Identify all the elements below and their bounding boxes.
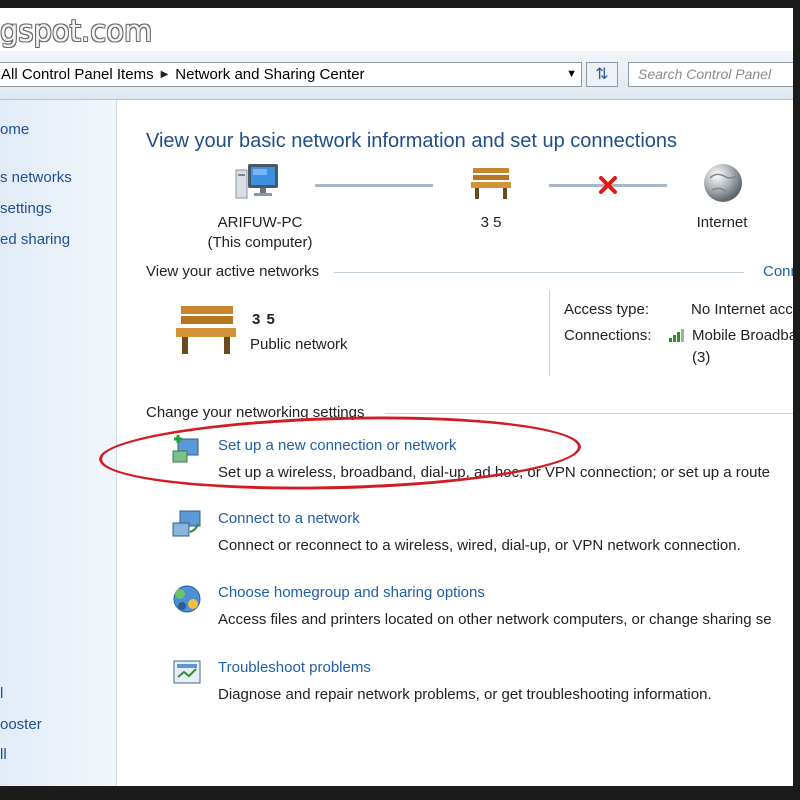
sidebar-item-manage-networks[interactable]: s networks bbox=[0, 169, 72, 186]
sidebar-item-install[interactable]: ll bbox=[0, 746, 7, 763]
mobile-broadband-link-cont[interactable]: (3) bbox=[692, 349, 710, 366]
sidebar-item-adapter-settings[interactable]: settings bbox=[0, 200, 52, 217]
connect-disconnect-link[interactable]: Conn bbox=[763, 263, 793, 280]
breadcrumb-control-panel[interactable]: All Control Panel Items bbox=[0, 66, 158, 83]
homegroup-desc: Access files and printers located on oth… bbox=[218, 611, 772, 628]
access-type-value: No Internet acc bbox=[691, 301, 793, 318]
homegroup-link[interactable]: Choose homegroup and sharing options bbox=[218, 584, 485, 601]
network-bench-icon[interactable] bbox=[469, 166, 513, 205]
public-network-link[interactable]: Public network bbox=[250, 336, 348, 353]
mobile-broadband-link[interactable]: Mobile Broadba bbox=[692, 327, 793, 344]
breadcrumb-arrow-icon[interactable]: ▶ bbox=[158, 69, 172, 80]
troubleshoot-icon[interactable] bbox=[170, 657, 204, 691]
network-name: 3 5 bbox=[480, 214, 502, 231]
no-connection-x-icon bbox=[597, 174, 619, 201]
sidebar-item-home[interactable]: ome bbox=[0, 121, 29, 138]
sidebar-item-advanced-sharing[interactable]: ed sharing bbox=[0, 231, 70, 248]
connection-line bbox=[315, 184, 433, 187]
sidebar-item-see-also[interactable]: l bbox=[0, 685, 3, 702]
signal-bars-icon bbox=[668, 328, 686, 347]
section-divider bbox=[334, 272, 744, 273]
refresh-icon: ⇅ bbox=[595, 66, 609, 83]
computer-icon[interactable] bbox=[234, 162, 280, 207]
refresh-button[interactable]: ⇅ bbox=[586, 62, 618, 87]
window: All Control Panel Items ▶ Network and Sh… bbox=[0, 8, 793, 786]
page-title: View your basic network information and … bbox=[146, 130, 678, 152]
vertical-divider bbox=[549, 290, 550, 376]
troubleshoot-link[interactable]: Troubleshoot problems bbox=[218, 659, 371, 676]
address-field[interactable]: All Control Panel Items ▶ Network and Sh… bbox=[0, 62, 582, 87]
homegroup-icon[interactable] bbox=[170, 582, 204, 616]
access-type-label: Access type: bbox=[564, 301, 650, 318]
internet-label: Internet bbox=[696, 214, 748, 231]
breadcrumb-network-center[interactable]: Network and Sharing Center bbox=[171, 66, 368, 83]
computer-name: ARIFUW-PC bbox=[217, 214, 303, 231]
active-networks-heading: View your active networks bbox=[146, 263, 320, 280]
address-dropdown-icon[interactable]: ▼ bbox=[566, 68, 577, 80]
internet-globe-icon[interactable] bbox=[702, 162, 744, 209]
connect-network-desc: Connect or reconnect to a wireless, wire… bbox=[218, 537, 741, 554]
connect-network-icon[interactable] bbox=[170, 508, 204, 542]
sidebar-item-booster[interactable]: ooster bbox=[0, 716, 42, 733]
troubleshoot-desc: Diagnose and repair network problems, or… bbox=[218, 686, 712, 703]
section-divider bbox=[385, 413, 793, 414]
address-bar: All Control Panel Items ▶ Network and Sh… bbox=[0, 51, 793, 100]
connections-label: Connections: bbox=[564, 327, 652, 344]
active-network-name: 3 5 bbox=[252, 311, 276, 328]
public-network-bench-icon bbox=[173, 303, 239, 362]
connect-network-link[interactable]: Connect to a network bbox=[218, 510, 360, 527]
watermark: gspot.com bbox=[0, 14, 153, 48]
sidebar: ome s networks settings ed sharing l oos… bbox=[0, 100, 117, 786]
search-input[interactable]: Search Control Panel bbox=[628, 62, 793, 87]
computer-subtitle: (This computer) bbox=[207, 234, 313, 251]
